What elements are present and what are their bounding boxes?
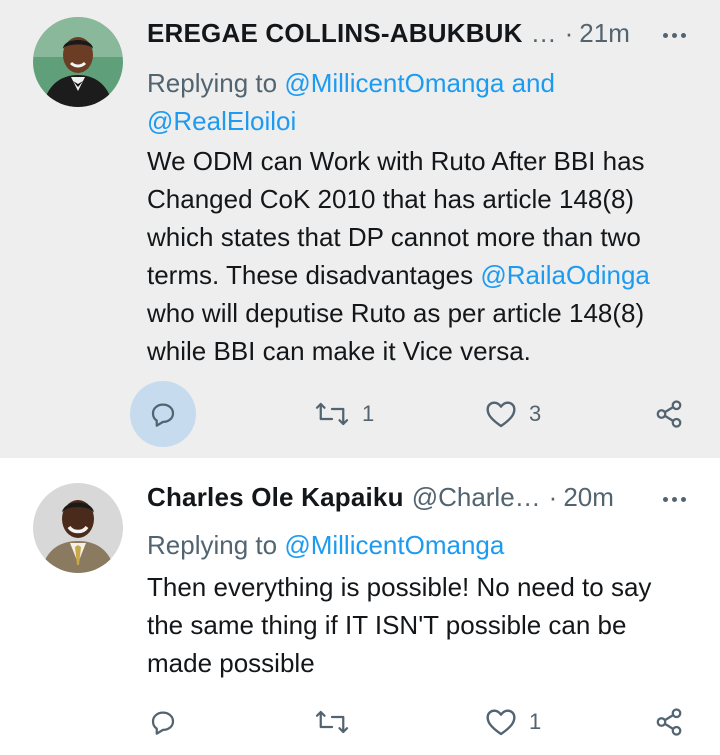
text-line: the same thing if IT ISN'T possible can … bbox=[147, 610, 627, 640]
like-count: 1 bbox=[529, 709, 542, 734]
retweet-icon bbox=[315, 710, 349, 734]
mention-link[interactable]: @MillicentOmanga bbox=[284, 68, 504, 98]
timestamp[interactable]: 20m bbox=[563, 482, 614, 513]
author-name[interactable]: Charles Ole Kapaiku bbox=[147, 482, 404, 513]
reply-button[interactable] bbox=[130, 689, 196, 755]
mention-link[interactable]: @MillicentOmanga bbox=[284, 530, 504, 560]
retweet-icon bbox=[315, 402, 349, 426]
replying-conjunction: and bbox=[504, 68, 555, 98]
share-button[interactable] bbox=[654, 381, 684, 447]
mention-link[interactable]: @RealEloiloi bbox=[147, 106, 296, 136]
action-bar: 1 bbox=[130, 689, 700, 755]
text-line: terms. These disadvantages @RailaOdinga bbox=[147, 256, 690, 294]
text-line: while BBI can make it Vice versa. bbox=[147, 336, 531, 366]
tweet-text: Then everything is possible! No need to … bbox=[147, 568, 690, 682]
reply-highlight[interactable] bbox=[130, 381, 196, 447]
separator-dot: · bbox=[548, 481, 558, 512]
share-button[interactable] bbox=[654, 689, 684, 755]
replying-to: Replying to @MillicentOmanga bbox=[147, 526, 680, 564]
tweet-header: EREGAE COLLINS-ABUKBUK … · 21m bbox=[147, 13, 686, 53]
separator-dot: · bbox=[564, 17, 574, 48]
text-line: which states that DP cannot more than tw… bbox=[147, 222, 641, 252]
like-button[interactable]: 3 bbox=[485, 381, 541, 447]
reply-button[interactable] bbox=[130, 381, 196, 447]
text-line: Changed CoK 2010 that has article 148(8) bbox=[147, 184, 635, 214]
text-line: We ODM can Work with Ruto After BBI has bbox=[147, 146, 645, 176]
avatar[interactable] bbox=[33, 483, 123, 573]
tweet-1[interactable]: EREGAE COLLINS-ABUKBUK … · 21m Replying … bbox=[0, 0, 720, 458]
text-segment: terms. These disadvantages bbox=[147, 260, 481, 290]
action-bar: 1 3 bbox=[130, 381, 700, 447]
tweet-2[interactable]: Charles Ole Kapaiku @Charle… · 20m Reply… bbox=[0, 458, 720, 755]
retweet-button[interactable] bbox=[314, 689, 362, 755]
tweet-text: We ODM can Work with Ruto After BBI has … bbox=[147, 142, 690, 370]
reply-highlight[interactable] bbox=[130, 689, 196, 755]
mention-link[interactable]: @RailaOdinga bbox=[480, 260, 649, 290]
replying-to: Replying to @MillicentOmanga and @RealEl… bbox=[147, 64, 680, 140]
text-line: who will deputise Ruto as per article 14… bbox=[147, 298, 645, 328]
reply-icon bbox=[151, 711, 175, 735]
replying-label: Replying to bbox=[147, 530, 285, 560]
more-icon[interactable] bbox=[663, 493, 686, 502]
timestamp[interactable]: 21m bbox=[579, 18, 630, 49]
avatar[interactable] bbox=[33, 17, 123, 107]
retweet-count: 1 bbox=[362, 401, 375, 426]
tweet-header: Charles Ole Kapaiku @Charle… · 20m bbox=[147, 477, 686, 517]
author-handle[interactable]: @Charle… bbox=[412, 482, 541, 513]
text-line: made possible bbox=[147, 648, 315, 678]
share-icon bbox=[656, 708, 682, 736]
like-button[interactable]: 1 bbox=[485, 689, 541, 755]
heart-icon bbox=[486, 709, 516, 736]
share-icon bbox=[656, 400, 682, 428]
heart-icon bbox=[486, 401, 516, 428]
replying-label: Replying to bbox=[147, 68, 285, 98]
author-handle[interactable]: … bbox=[531, 18, 557, 49]
reply-icon bbox=[151, 403, 175, 427]
author-name[interactable]: EREGAE COLLINS-ABUKBUK bbox=[147, 18, 523, 49]
retweet-button[interactable]: 1 bbox=[314, 381, 374, 447]
more-icon[interactable] bbox=[663, 29, 686, 38]
text-line: Then everything is possible! No need to … bbox=[147, 572, 652, 602]
like-count: 3 bbox=[529, 401, 542, 426]
